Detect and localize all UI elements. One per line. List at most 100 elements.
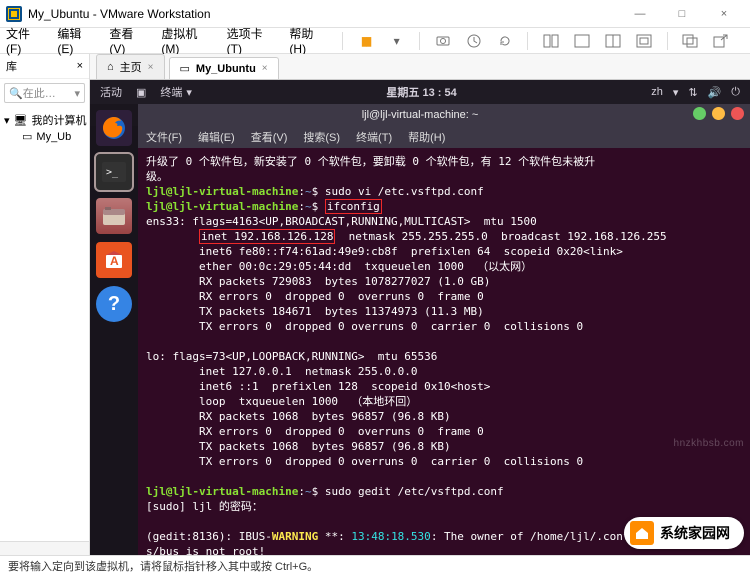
output-line: RX errors 0 dropped 0 overruns 0 frame 0 — [146, 425, 484, 438]
prompt-user: ljl@ljl-virtual-machine — [146, 485, 298, 498]
term-menu-file[interactable]: 文件(F) — [146, 129, 182, 145]
terminal-menu-icon[interactable]: ▣ — [136, 86, 146, 99]
prompt-path: ~ — [305, 485, 312, 498]
clock[interactable]: 星期五 13 : 54 — [206, 84, 637, 100]
tab-home[interactable]: ⌂ 主页 × — [96, 54, 165, 79]
vmware-icon — [6, 6, 22, 22]
menu-file[interactable]: 文件(F) — [6, 25, 43, 56]
output-time: 13:48:18.530 — [351, 530, 430, 543]
power-icon[interactable]: ⏻ — [731, 86, 740, 99]
menu-vm[interactable]: 虚拟机(M) — [161, 25, 212, 56]
search-dropdown-icon[interactable]: ▾ — [74, 87, 80, 100]
svg-text:A: A — [110, 254, 119, 268]
lang-indicator[interactable]: zh — [651, 86, 663, 98]
terminal-menu-label[interactable]: 终端 — [160, 84, 182, 100]
prompt-user: ljl@ljl-virtual-machine — [146, 185, 298, 198]
term-menu-edit[interactable]: 编辑(E) — [198, 129, 235, 145]
watermark-url: hnzkhbsb.com — [674, 438, 744, 449]
menu-help[interactable]: 帮助(H) — [289, 25, 328, 56]
output-line: inet6 fe80::f74:61ad:49e9:cb8f prefixlen… — [146, 245, 623, 258]
library-tree: ▾ 🖥 我的计算机 ▭ My_Ub — [0, 107, 89, 541]
clock-icon[interactable] — [465, 32, 482, 50]
term-menu-view[interactable]: 查看(V) — [251, 129, 288, 145]
layout1-icon[interactable] — [542, 32, 559, 50]
library-scrollbar[interactable] — [0, 541, 89, 555]
unity-icon[interactable] — [682, 32, 699, 50]
separator — [667, 32, 668, 50]
tab-vm-label: My_Ubuntu — [196, 63, 256, 75]
tab-close-icon[interactable]: × — [148, 62, 154, 73]
files-icon[interactable] — [96, 198, 132, 234]
output-line: [sudo] ljl 的密码： — [146, 500, 263, 513]
output-line: **: — [318, 530, 351, 543]
library-header: 库 × — [0, 54, 89, 79]
command-highlight: ifconfig — [325, 199, 382, 214]
vm-display[interactable]: 活动 ▣ 终端 ▾ 星期五 13 : 54 zh ▾ ⇅ 🔊 ⏻ ljl@ljl… — [90, 80, 750, 555]
refresh-icon[interactable] — [496, 32, 513, 50]
menu-tab[interactable]: 选项卡(T) — [227, 25, 276, 56]
separator — [419, 32, 420, 50]
output-line: ens33: flags=4163<UP,BROADCAST,RUNNING,M… — [146, 215, 537, 228]
output-line: inet6 ::1 prefixlen 128 scopeid 0x10<hos… — [146, 380, 490, 393]
software-icon[interactable]: A — [96, 242, 132, 278]
terminal-window-title: ljl@ljl-virtual-machine: ~ — [90, 104, 750, 126]
ubuntu-dock: >_ A ? — [90, 104, 138, 555]
firefox-icon[interactable] — [96, 110, 132, 146]
tab-bar: ⌂ 主页 × ▭ My_Ubuntu × — [90, 54, 750, 80]
vm-tab-icon: ▭ — [180, 62, 190, 75]
output-highlight: inet 192.168.126.128 — [199, 229, 335, 244]
term-menu-help[interactable]: 帮助(H) — [408, 129, 445, 145]
popout-icon[interactable] — [713, 32, 730, 50]
library-close[interactable]: × — [77, 60, 83, 72]
search-placeholder: 在此… — [23, 85, 56, 101]
tree-child[interactable]: ▭ My_Ub — [4, 129, 85, 144]
title-bar: My_Ubuntu - VMware Workstation — □ × — [0, 0, 750, 28]
output-line: inet 127.0.0.1 netmask 255.0.0.0 — [146, 365, 418, 378]
help-icon[interactable]: ? — [96, 286, 132, 322]
terminal-icon[interactable]: >_ — [96, 154, 132, 190]
network-icon[interactable]: ⇅ — [688, 86, 697, 99]
output-line: s/bus is not root! — [146, 545, 265, 555]
terminal-title-text: ljl@ljl-virtual-machine: ~ — [362, 109, 479, 121]
close-button[interactable]: × — [704, 3, 744, 25]
terminal-menu-arrow[interactable]: ▾ — [186, 86, 192, 99]
pause-icon[interactable]: ▮▮ — [357, 32, 374, 50]
lang-dropdown-icon[interactable]: ▾ — [673, 86, 679, 99]
terminal-output[interactable]: 升级了 0 个软件包，新安装了 0 个软件包，要卸载 0 个软件包，有 12 个… — [138, 148, 750, 555]
output-line: RX packets 1068 bytes 96857 (96.8 KB) — [146, 410, 451, 423]
tab-vm[interactable]: ▭ My_Ubuntu × — [169, 57, 279, 79]
tree-root[interactable]: ▾ 🖥 我的计算机 — [4, 111, 85, 129]
menu-edit[interactable]: 编辑(E) — [57, 25, 95, 56]
layout2-icon[interactable] — [573, 32, 590, 50]
output-line: loop txqueuelen 1000 （本地环回） — [146, 395, 417, 408]
prompt-path: ~ — [305, 200, 312, 213]
term-max-icon[interactable] — [712, 107, 725, 120]
term-close-icon[interactable] — [731, 107, 744, 120]
fullscreen-icon[interactable] — [636, 32, 653, 50]
toolbar-dropdown-icon[interactable]: ▾ — [388, 32, 405, 50]
term-menu-terminal[interactable]: 终端(T) — [356, 129, 392, 145]
menu-view[interactable]: 查看(V) — [109, 25, 147, 56]
library-title: 库 — [6, 58, 17, 74]
window-title: My_Ubuntu - VMware Workstation — [28, 7, 620, 21]
output-line: netmask 255.255.255.0 broadcast 192.168.… — [335, 230, 666, 243]
separator — [527, 32, 528, 50]
activities-button[interactable]: 活动 — [100, 84, 122, 100]
volume-icon[interactable]: 🔊 — [708, 86, 722, 99]
tab-close-icon[interactable]: × — [262, 63, 268, 74]
output-line: TX errors 0 dropped 0 overruns 0 carrier… — [146, 455, 583, 468]
term-min-icon[interactable] — [693, 107, 706, 120]
tree-child-label: My_Ub — [36, 131, 71, 143]
library-search[interactable]: 🔍 在此… ▾ — [4, 83, 85, 103]
term-menu-search[interactable]: 搜索(S) — [303, 129, 340, 145]
ubuntu-top-bar: 活动 ▣ 终端 ▾ 星期五 13 : 54 zh ▾ ⇅ 🔊 ⏻ — [90, 80, 750, 104]
output-line: (gedit:8136): IBUS- — [146, 530, 272, 543]
expand-icon[interactable]: ▾ — [4, 114, 10, 127]
output-line: 升级了 0 个软件包，新安装了 0 个软件包，要卸载 0 个软件包，有 12 个… — [146, 155, 595, 168]
snapshot-icon[interactable] — [434, 32, 451, 50]
maximize-button[interactable]: □ — [662, 3, 702, 25]
tree-root-label: 我的计算机 — [32, 112, 87, 128]
minimize-button[interactable]: — — [620, 3, 660, 25]
computer-icon: 🖥 — [14, 114, 28, 127]
layout3-icon[interactable] — [605, 32, 622, 50]
